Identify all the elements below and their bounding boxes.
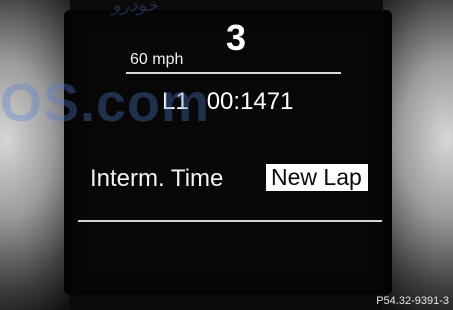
watermark-small-text: خودرو [112, 0, 158, 15]
instrument-cluster-screen: 60 mph 3 L1 00:1471 Interm. Time New Lap … [0, 0, 453, 310]
watermark-text: OS.com [0, 73, 211, 133]
interm-time-option[interactable]: Interm. Time [90, 167, 223, 191]
gear-indicator: 3 [226, 17, 247, 58]
speed-readout: 60 mph [130, 51, 184, 68]
figure-reference: P54.32-9391-3 [376, 295, 449, 307]
bottom-divider [78, 220, 382, 222]
new-lap-button[interactable]: New Lap [266, 164, 368, 191]
lap-time-value: 00:1471 [206, 88, 294, 115]
